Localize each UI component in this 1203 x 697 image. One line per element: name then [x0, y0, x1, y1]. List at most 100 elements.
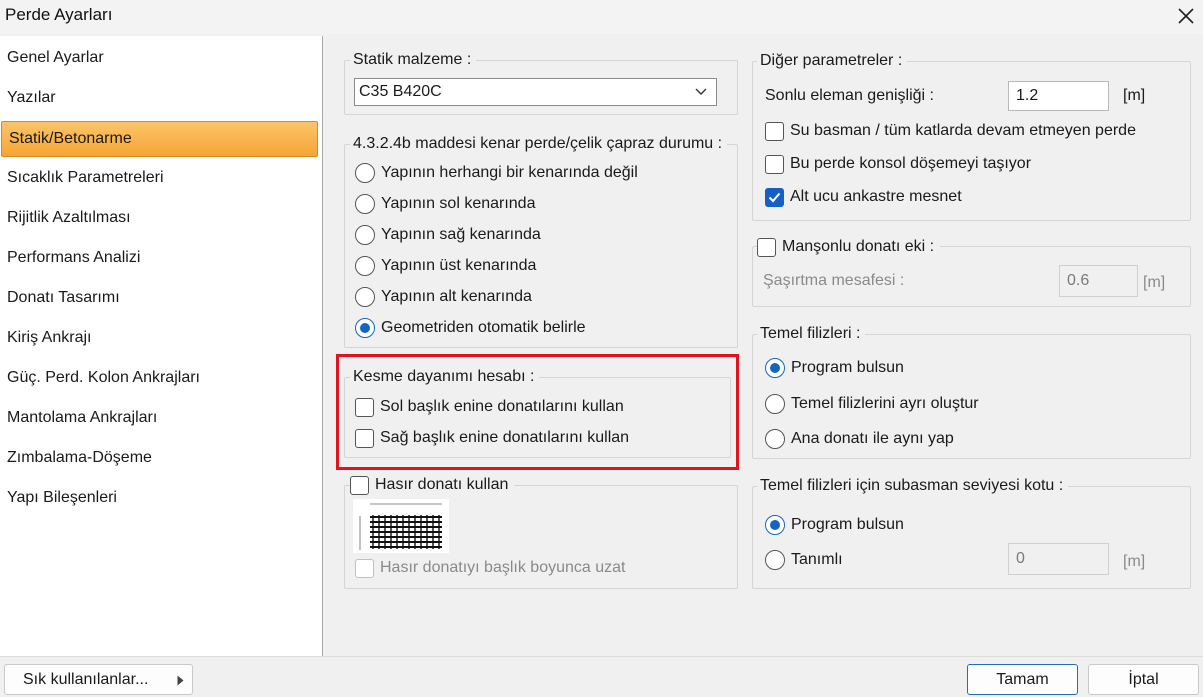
- radio-kenar-2[interactable]: [355, 194, 375, 214]
- close-icon: [1178, 8, 1194, 24]
- temel-option-3[interactable]: Ana donatı ile aynı yap: [765, 427, 954, 451]
- kesme-option-sag[interactable]: Sağ başlık enine donatılarını kullan: [355, 426, 629, 450]
- sidebar-item-performans[interactable]: Performans Analizi: [0, 241, 320, 275]
- subasman-option-1[interactable]: Program bulsun: [765, 513, 904, 537]
- kenar-option-6[interactable]: Geometriden otomatik belirle: [355, 316, 586, 340]
- cancel-button[interactable]: İptal: [1088, 664, 1199, 695]
- sasirtma-input[interactable]: 0.6: [1059, 265, 1138, 297]
- kenar-perde-title: 4.3.2.4b maddesi kenar perde/çelik çapra…: [350, 135, 728, 153]
- checkbox-hasir[interactable]: [350, 475, 369, 495]
- checkbox-manson[interactable]: [757, 237, 776, 257]
- sidebar-item-guc-perd[interactable]: Güç. Perd. Kolon Ankrajları: [0, 361, 320, 395]
- diger-check-2[interactable]: Bu perde konsol döşemeyi taşıyor: [765, 152, 1031, 176]
- kesme-title: Kesme dayanımı hesabı :: [350, 368, 540, 386]
- sidebar-item-yazilar[interactable]: Yazılar: [0, 81, 320, 115]
- radio-kenar-6[interactable]: [355, 318, 375, 338]
- sidebar-item-label: Donatı Tasarımı: [7, 289, 120, 306]
- checkbox-ankastre[interactable]: [765, 187, 784, 207]
- sidebar-item-label: Yapı Bileşenleri: [7, 489, 117, 506]
- sidebar-item-sicaklik[interactable]: Sıcaklık Parametreleri: [0, 161, 320, 195]
- checkmark-icon: [768, 192, 781, 202]
- close-button[interactable]: [1172, 2, 1200, 30]
- sidebar-item-label: Güç. Perd. Kolon Ankrajları: [7, 369, 200, 386]
- favorites-label: Sık kullanılanlar...: [23, 670, 149, 688]
- settings-sidebar: Genel Ayarlar Yazılar Statik/Betonarme S…: [0, 36, 323, 656]
- diger-title: Diğer parametreler :: [757, 52, 908, 70]
- diger-check-1[interactable]: Su basman / tüm katlarda devam etmeyen p…: [765, 119, 1136, 143]
- sonlu-eleman-input[interactable]: 1.2: [1008, 81, 1109, 111]
- temel-option-2[interactable]: Temel filizlerini ayrı oluştur: [765, 392, 979, 416]
- radio-kenar-1[interactable]: [355, 163, 375, 183]
- temel-title: Temel filizleri :: [757, 325, 866, 343]
- sidebar-item-label: Kiriş Ankrajı: [7, 329, 92, 346]
- sidebar-item-rijitlik[interactable]: Rijitlik Azaltılması: [0, 201, 320, 235]
- sidebar-item-label: Performans Analizi: [7, 249, 141, 266]
- statik-malzeme-select[interactable]: C35 B420C: [354, 78, 717, 106]
- radio-label: Program bulsun: [791, 516, 904, 533]
- radio-label: Tanımlı: [791, 551, 843, 568]
- sidebar-item-label: Rijitlik Azaltılması: [7, 209, 131, 226]
- manson-field-unit: [m]: [1143, 274, 1166, 291]
- kenar-option-1[interactable]: Yapının herhangi bir kenarında değil: [355, 161, 638, 185]
- radio-label: Temel filizlerini ayrı oluştur: [791, 395, 979, 412]
- checkbox-label: Sol başlık enine donatılarını kullan: [380, 398, 624, 415]
- radio-label: Program bulsun: [791, 359, 904, 376]
- checkbox-label: Bu perde konsol döşemeyi taşıyor: [790, 155, 1032, 172]
- width-unit: [m]: [1123, 87, 1146, 104]
- checkbox-su-basman[interactable]: [765, 121, 784, 141]
- subasman-option-2[interactable]: Tanımlı: [765, 548, 843, 572]
- sidebar-item-yapi-bilesenleri[interactable]: Yapı Bileşenleri: [0, 481, 320, 515]
- kenar-option-4[interactable]: Yapının üst kenarında: [355, 254, 536, 278]
- sidebar-item-label: Mantolama Ankrajları: [7, 409, 158, 426]
- radio-temel-2[interactable]: [765, 394, 785, 414]
- checkbox-label: Su basman / tüm katlarda devam etmeyen p…: [790, 122, 1136, 139]
- subasman-title: Temel filizleri için subasman seviyesi k…: [757, 477, 1069, 495]
- radio-temel-3[interactable]: [765, 429, 785, 449]
- sidebar-item-mantolama[interactable]: Mantolama Ankrajları: [0, 401, 320, 435]
- hasir-toggle[interactable]: Hasır donatı kullan: [350, 473, 515, 497]
- title-bar: [0, 0, 1203, 34]
- temel-option-1[interactable]: Program bulsun: [765, 356, 904, 380]
- manson-toggle[interactable]: Manşonlu donatı eki :: [757, 235, 941, 259]
- sidebar-item-zimbalama[interactable]: Zımbalama-Döşeme: [0, 441, 320, 475]
- sidebar-item-statik-betonarme[interactable]: Statik/Betonarme: [1, 121, 318, 157]
- radio-temel-1[interactable]: [765, 358, 785, 378]
- kesme-option-sol[interactable]: Sol başlık enine donatılarını kullan: [355, 395, 624, 419]
- kenar-option-5[interactable]: Yapının alt kenarında: [355, 285, 532, 309]
- chevron-down-icon: [695, 88, 707, 95]
- sidebar-item-kiris-ankraji[interactable]: Kiriş Ankrajı: [0, 321, 320, 355]
- sidebar-item-label: Genel Ayarlar: [7, 49, 104, 66]
- checkbox-sag-baslik[interactable]: [355, 428, 374, 448]
- radio-label: Yapının üst kenarında: [381, 257, 537, 274]
- sidebar-item-genel-ayarlar[interactable]: Genel Ayarlar: [0, 41, 320, 75]
- radio-subasman-1[interactable]: [765, 515, 785, 535]
- checkbox-label: Sağ başlık enine donatılarını kullan: [380, 429, 630, 446]
- radio-label: Yapının alt kenarında: [381, 288, 532, 305]
- radio-kenar-3[interactable]: [355, 225, 375, 245]
- sidebar-item-label: Zımbalama-Döşeme: [7, 449, 152, 466]
- window-title: Perde Ayarları: [5, 5, 113, 24]
- checkbox-sol-baslik[interactable]: [355, 397, 374, 417]
- radio-kenar-4[interactable]: [355, 256, 375, 276]
- ok-button[interactable]: Tamam: [967, 664, 1078, 695]
- checkbox-label: Hasır donatı kullan: [375, 476, 509, 493]
- checkbox-konsol[interactable]: [765, 154, 784, 174]
- favorites-button[interactable]: Sık kullanılanlar...: [4, 664, 193, 695]
- subasman-unit: [m]: [1123, 553, 1146, 570]
- caret-right-icon: [177, 675, 184, 686]
- checkbox-label: Hasır donatıyı başlık boyunca uzat: [380, 559, 626, 576]
- sidebar-item-label: Statik/Betonarme: [9, 130, 132, 147]
- hasir-extend-option[interactable]: Hasır donatıyı başlık boyunca uzat: [355, 556, 625, 580]
- radio-label: Ana donatı ile aynı yap: [791, 430, 954, 447]
- radio-subasman-2[interactable]: [765, 550, 785, 570]
- diger-check-3[interactable]: Alt ucu ankastre mesnet: [765, 185, 962, 209]
- subasman-input[interactable]: 0: [1008, 543, 1109, 575]
- kenar-option-3[interactable]: Yapının sağ kenarında: [355, 223, 541, 247]
- sidebar-item-label: Sıcaklık Parametreleri: [7, 169, 164, 186]
- statik-malzeme-title: Statik malzeme :: [350, 51, 477, 69]
- kenar-option-2[interactable]: Yapının sol kenarında: [355, 192, 535, 216]
- sidebar-item-donati-tasarimi[interactable]: Donatı Tasarımı: [0, 281, 320, 315]
- checkbox-hasir-uzat[interactable]: [355, 558, 374, 578]
- radio-kenar-5[interactable]: [355, 287, 375, 307]
- sidebar-item-label: Yazılar: [7, 89, 56, 106]
